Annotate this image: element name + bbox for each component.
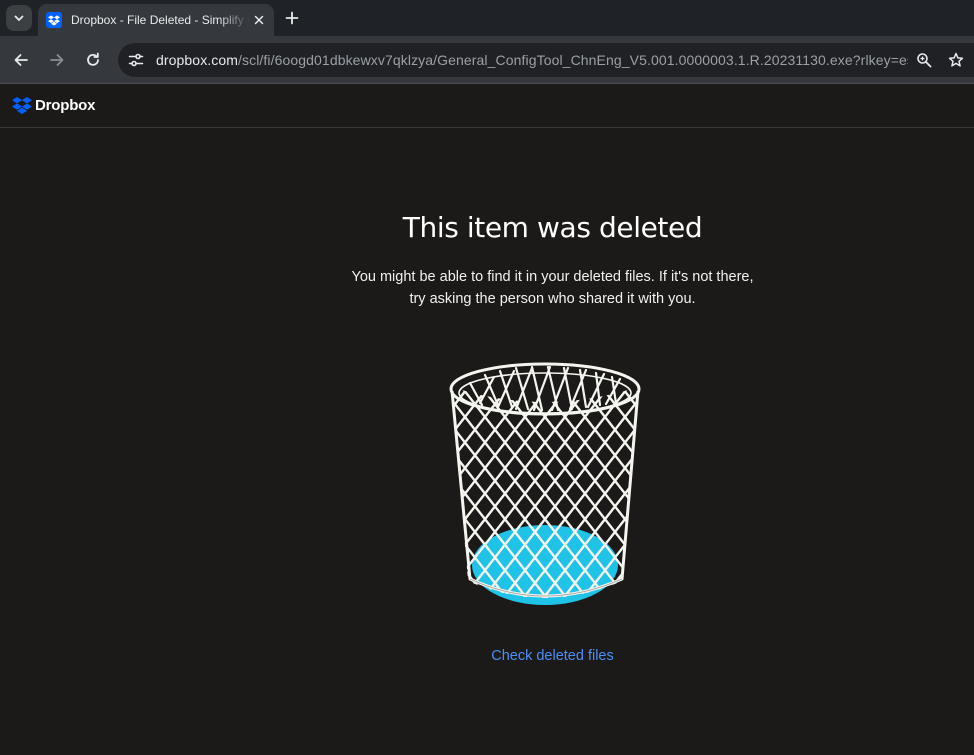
tab-search-button[interactable] bbox=[6, 5, 32, 31]
address-bar[interactable]: dropbox.com/scl/fi/6oogd01dbkewxv7qklzya… bbox=[118, 43, 974, 77]
url-path: /scl/fi/6oogd01dbkewxv7qklzya/General_Co… bbox=[238, 52, 908, 68]
site-header: Dropbox bbox=[0, 85, 974, 128]
site-info-button[interactable] bbox=[124, 48, 148, 72]
url-host: dropbox.com bbox=[156, 52, 239, 68]
page-title: This item was deleted bbox=[402, 211, 703, 244]
zoom-button[interactable] bbox=[914, 50, 934, 70]
reload-button[interactable] bbox=[81, 48, 105, 72]
dropbox-logo-icon bbox=[12, 97, 32, 114]
dropbox-logo[interactable]: Dropbox bbox=[12, 97, 95, 114]
tab-close-button[interactable] bbox=[250, 11, 268, 29]
browser-toolbar: dropbox.com/scl/fi/6oogd01dbkewxv7qklzya… bbox=[0, 36, 974, 84]
back-button[interactable] bbox=[9, 48, 33, 72]
url-text[interactable]: dropbox.com/scl/fi/6oogd01dbkewxv7qklzya… bbox=[156, 52, 908, 68]
dropbox-favicon-icon bbox=[46, 12, 62, 28]
close-icon bbox=[254, 15, 264, 25]
star-icon bbox=[948, 52, 964, 67]
bookmark-button[interactable] bbox=[946, 50, 966, 70]
back-arrow-icon bbox=[14, 54, 28, 66]
check-deleted-files-link[interactable]: Check deleted files bbox=[0, 648, 974, 664]
browser-tabstrip: Dropbox - File Deleted - Simplify your l… bbox=[0, 0, 974, 36]
site-settings-icon bbox=[128, 53, 144, 67]
forward-button[interactable] bbox=[45, 48, 69, 72]
description-line-1: You might be able to find it in your del… bbox=[351, 269, 754, 285]
new-tab-button[interactable] bbox=[280, 6, 304, 30]
tab-title: Dropbox - File Deleted - Simplify your l… bbox=[71, 13, 250, 27]
tab-search-icon bbox=[14, 15, 24, 21]
plus-icon bbox=[285, 11, 299, 25]
forward-arrow-icon bbox=[50, 54, 64, 66]
reload-icon bbox=[87, 52, 99, 66]
wastebasket-illustration bbox=[449, 362, 641, 605]
logo-wordmark: Dropbox bbox=[35, 97, 96, 114]
description-line-2: try asking the person who shared it with… bbox=[409, 291, 696, 307]
browser-tab-active[interactable]: Dropbox - File Deleted - Simplify your l… bbox=[38, 4, 274, 36]
basket-bottom-fill bbox=[472, 525, 618, 605]
zoom-icon bbox=[917, 53, 932, 68]
